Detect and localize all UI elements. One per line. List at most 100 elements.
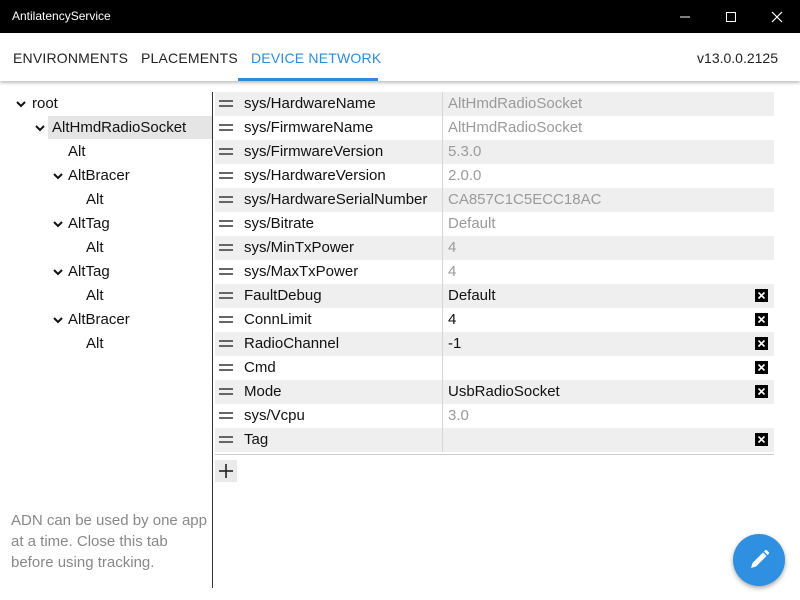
column-separator xyxy=(442,356,443,380)
window-title: AntilatencyService xyxy=(12,9,111,23)
property-value: 4 xyxy=(448,239,457,256)
tree-node[interactable]: Alt xyxy=(0,236,212,259)
drag-handle-icon[interactable] xyxy=(219,219,233,229)
property-key[interactable]: Cmd xyxy=(244,359,276,376)
chevron-down-icon[interactable] xyxy=(35,123,45,133)
nav-bar: ENVIRONMENTS PLACEMENTS DEVICE NETWORK v… xyxy=(0,33,800,81)
drag-handle-icon[interactable] xyxy=(219,315,233,325)
maximize-icon xyxy=(726,12,736,22)
property-value[interactable]: 4 xyxy=(448,311,456,328)
property-key[interactable]: Tag xyxy=(244,431,268,448)
property-value[interactable]: UsbRadioSocket xyxy=(448,383,560,400)
adn-usage-note: ADN can be used by one app at a time. Cl… xyxy=(11,512,207,571)
close-window-button[interactable] xyxy=(754,0,800,33)
property-key: sys/Bitrate xyxy=(244,215,315,232)
column-separator xyxy=(442,116,443,140)
property-row: FaultDebug Default xyxy=(215,284,774,308)
tree-node-label: AltBracer xyxy=(68,167,130,184)
close-box-icon[interactable] xyxy=(755,433,768,446)
column-separator xyxy=(442,308,443,332)
drag-handle-icon[interactable] xyxy=(219,291,233,301)
drag-handle-icon[interactable] xyxy=(219,243,233,253)
drag-handle-icon[interactable] xyxy=(219,339,233,349)
chevron-down-icon[interactable] xyxy=(53,267,63,277)
drag-handle-icon[interactable] xyxy=(219,267,233,277)
property-row: Mode UsbRadioSocket xyxy=(215,380,774,404)
column-separator xyxy=(442,140,443,164)
column-separator xyxy=(442,188,443,212)
tab-placements[interactable]: PLACEMENTS xyxy=(141,50,238,66)
close-box-icon[interactable] xyxy=(755,289,768,302)
property-row: sys/Bitrate Default xyxy=(215,212,774,236)
property-key: sys/HardwareName xyxy=(244,95,376,112)
close-box-icon[interactable] xyxy=(755,337,768,350)
property-value: 2.0.0 xyxy=(448,167,482,184)
tree-node-label: Alt xyxy=(86,239,104,256)
drag-handle-icon[interactable] xyxy=(219,363,233,373)
property-row: sys/MaxTxPower 4 xyxy=(215,260,774,284)
property-key[interactable]: RadioChannel xyxy=(244,335,339,352)
tree-node[interactable]: AltBracer xyxy=(0,164,212,187)
plus-icon xyxy=(219,464,233,478)
chevron-down-icon[interactable] xyxy=(53,219,63,229)
tab-environments[interactable]: ENVIRONMENTS xyxy=(13,50,128,66)
property-value[interactable]: -1 xyxy=(448,335,461,352)
drag-handle-icon[interactable] xyxy=(219,147,233,157)
property-row: ConnLimit 4 xyxy=(215,308,774,332)
tree-node[interactable]: AltBracer xyxy=(0,308,212,331)
tree-node-label: Alt xyxy=(86,287,104,304)
close-box-icon[interactable] xyxy=(755,313,768,326)
property-row: sys/HardwareSerialNumber CA857C1C5ECC18AC xyxy=(215,188,774,212)
property-row: Cmd xyxy=(215,356,774,380)
column-separator xyxy=(442,428,443,452)
property-value: 3.0 xyxy=(448,407,469,424)
minimize-button[interactable] xyxy=(662,0,708,33)
chevron-down-icon[interactable] xyxy=(53,171,63,181)
column-separator xyxy=(442,260,443,284)
property-key: sys/HardwareSerialNumber xyxy=(244,191,428,208)
property-value: AltHmdRadioSocket xyxy=(448,95,583,112)
tree-node[interactable]: root xyxy=(0,92,212,115)
property-key[interactable]: ConnLimit xyxy=(244,311,312,328)
property-row: Tag xyxy=(215,428,774,452)
chevron-down-icon[interactable] xyxy=(16,99,26,109)
property-key[interactable]: Mode xyxy=(244,383,282,400)
tree-node[interactable]: AltTag xyxy=(0,260,212,283)
property-key: sys/FirmwareName xyxy=(244,119,374,136)
tree-node[interactable]: Alt xyxy=(0,140,212,163)
drag-handle-icon[interactable] xyxy=(219,435,233,445)
version-label: v13.0.0.2125 xyxy=(697,50,778,66)
drag-handle-icon[interactable] xyxy=(219,123,233,133)
chevron-down-icon[interactable] xyxy=(53,315,63,325)
tab-device-network[interactable]: DEVICE NETWORK xyxy=(251,50,381,66)
add-property-button[interactable] xyxy=(215,460,237,482)
drag-handle-icon[interactable] xyxy=(219,195,233,205)
property-value: 5.3.0 xyxy=(448,143,482,160)
property-value[interactable]: Default xyxy=(448,287,496,304)
property-key: sys/Vcpu xyxy=(244,407,305,424)
tree-node[interactable]: AltHmdRadioSocket xyxy=(35,116,212,139)
drag-handle-icon[interactable] xyxy=(219,99,233,109)
tree-node[interactable]: Alt xyxy=(0,188,212,211)
maximize-button[interactable] xyxy=(708,0,754,33)
tree-node[interactable]: AltTag xyxy=(0,212,212,235)
property-key: sys/MaxTxPower xyxy=(244,263,359,280)
column-separator xyxy=(442,164,443,188)
close-icon xyxy=(771,11,783,23)
tree-node[interactable]: Alt xyxy=(0,284,212,307)
close-box-icon[interactable] xyxy=(755,361,768,374)
column-separator xyxy=(442,284,443,308)
title-bar: AntilatencyService xyxy=(0,0,800,33)
pencil-icon xyxy=(751,549,770,568)
property-key[interactable]: FaultDebug xyxy=(244,287,322,304)
edit-fab-button[interactable] xyxy=(733,534,785,586)
drag-handle-icon[interactable] xyxy=(219,411,233,421)
tree-node[interactable]: Alt xyxy=(0,332,212,355)
tree-node-label: Alt xyxy=(86,191,104,208)
property-row: sys/HardwareVersion 2.0.0 xyxy=(215,164,774,188)
drag-handle-icon[interactable] xyxy=(219,387,233,397)
close-box-icon[interactable] xyxy=(755,385,768,398)
drag-handle-icon[interactable] xyxy=(219,171,233,181)
panel-divider[interactable] xyxy=(212,92,213,588)
grid-bottom-line xyxy=(215,454,774,455)
